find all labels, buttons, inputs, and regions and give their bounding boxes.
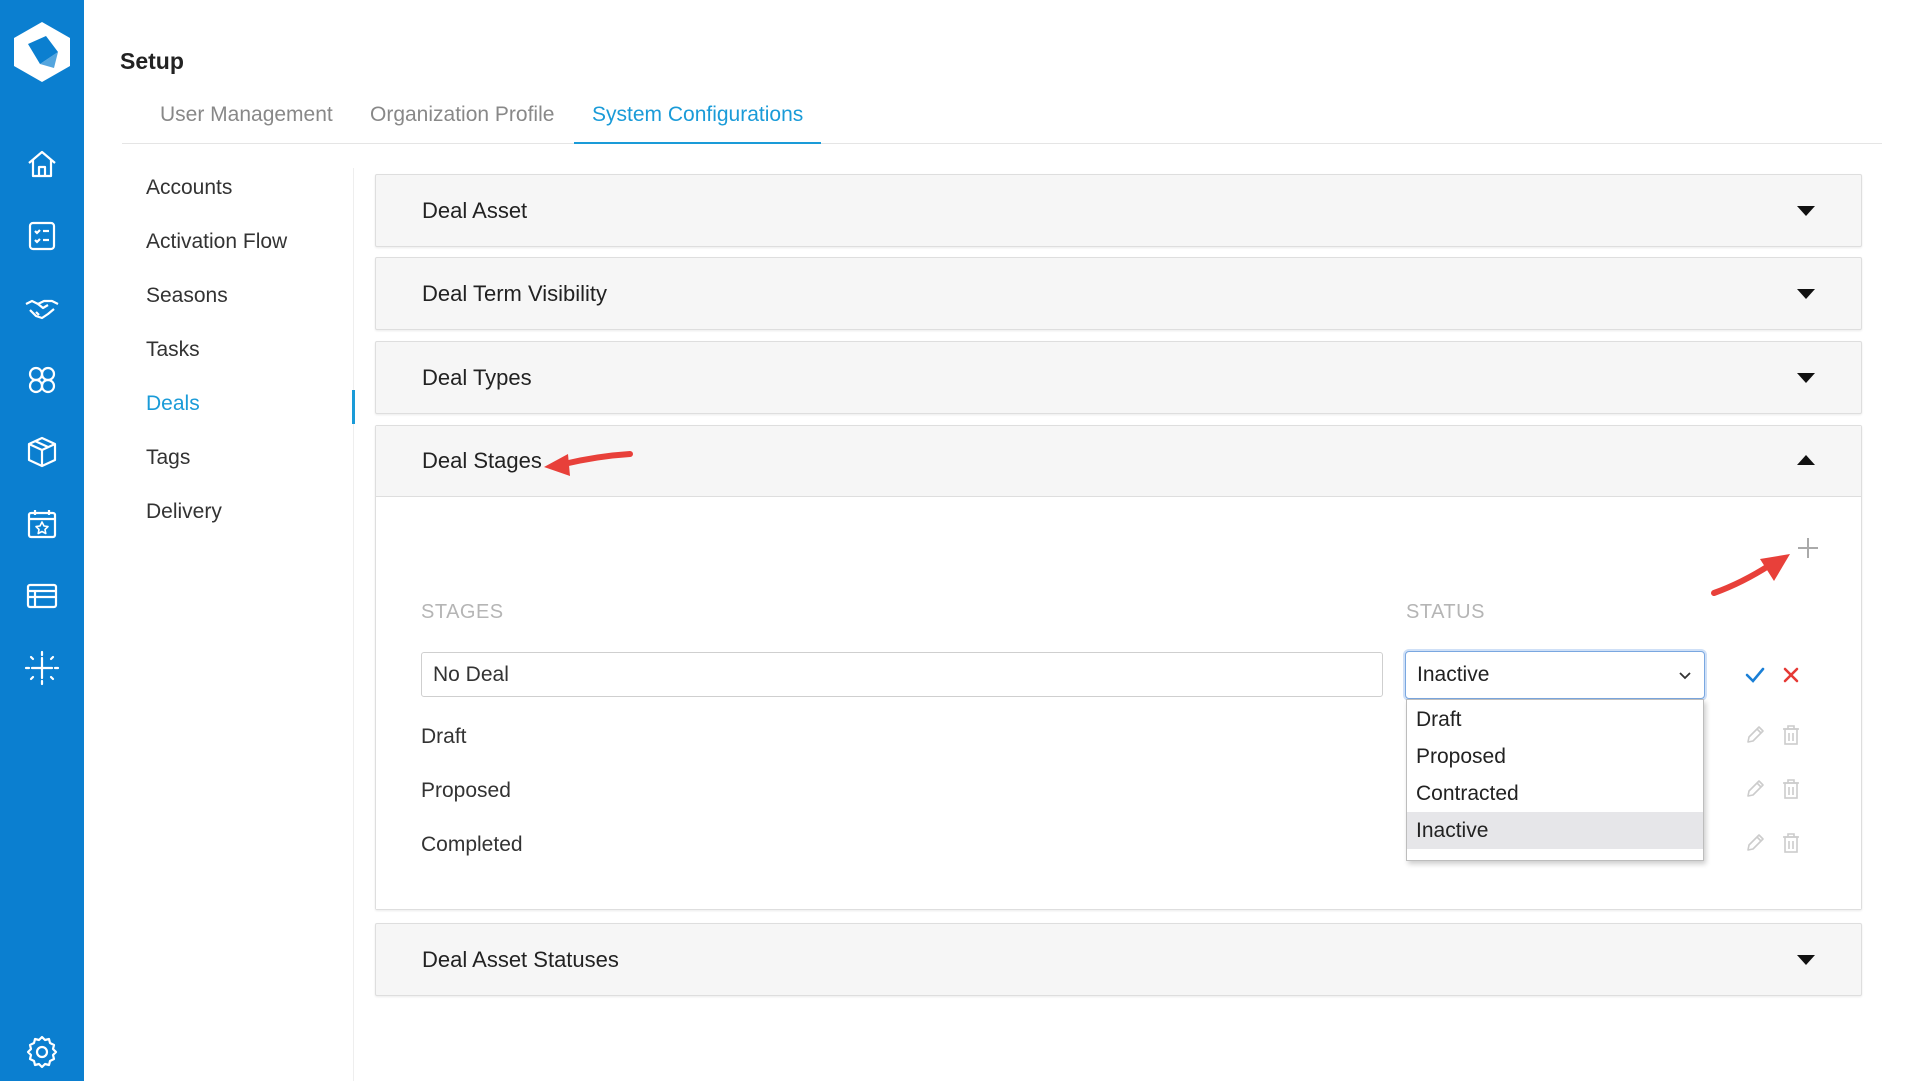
status-option-contracted[interactable]: Contracted <box>1407 775 1703 812</box>
close-icon[interactable] <box>1781 665 1801 685</box>
checklist-icon <box>28 221 56 251</box>
panel-title: Deal Term Visibility <box>422 280 608 306</box>
nav-settings[interactable] <box>22 1032 62 1072</box>
panel-header-deal-stages[interactable]: Deal Stages <box>376 426 1861 497</box>
caret-up-icon <box>1797 455 1815 465</box>
panel-deal-stages: Deal Stages STAGES STATUS Inactive Draft… <box>375 425 1862 910</box>
nav-inventory[interactable] <box>22 432 62 472</box>
nav-calendar[interactable] <box>22 504 62 544</box>
panel-title: Deal Stages <box>422 448 542 473</box>
check-icon[interactable] <box>1744 664 1766 686</box>
sparkle-icon <box>24 650 60 686</box>
panel-title: Deal Asset <box>422 197 528 223</box>
nav-partners[interactable] <box>22 360 62 400</box>
trash-icon[interactable] <box>1781 832 1801 854</box>
column-header-status: STATUS <box>1406 601 1485 623</box>
side-item-tasks[interactable]: Tasks <box>146 338 200 362</box>
left-rail <box>0 0 84 1081</box>
side-active-indicator <box>352 390 355 424</box>
chevron-down-icon <box>1679 672 1691 680</box>
status-dropdown-list: Draft Proposed Contracted Inactive <box>1406 699 1704 861</box>
panel-title: Deal Types <box>422 364 532 390</box>
stage-name-input[interactable] <box>421 652 1383 697</box>
panel-deal-term-visibility: Deal Term Visibility <box>375 257 1862 330</box>
tab-bar: User Management Organization Profile Sys… <box>122 94 1882 144</box>
pencil-icon[interactable] <box>1744 778 1766 800</box>
partners-icon <box>28 366 56 394</box>
panel-header-deal-asset[interactable]: Deal Asset <box>376 175 1861 246</box>
home-icon <box>28 150 56 178</box>
status-option-draft[interactable]: Draft <box>1407 701 1703 738</box>
caret-down-icon <box>1797 955 1815 965</box>
side-item-seasons[interactable]: Seasons <box>146 284 228 308</box>
side-item-deals[interactable]: Deals <box>146 392 200 416</box>
deal-stages-body: STAGES STATUS Inactive Draft Proposed Co… <box>376 497 1861 909</box>
plus-icon[interactable] <box>1795 535 1821 561</box>
side-item-activation-flow[interactable]: Activation Flow <box>146 230 287 254</box>
side-item-tags[interactable]: Tags <box>146 446 190 470</box>
status-select[interactable]: Inactive <box>1405 651 1705 699</box>
nav-tasks[interactable] <box>22 216 62 256</box>
nav-reports[interactable] <box>22 576 62 616</box>
caret-down-icon <box>1797 289 1815 299</box>
side-item-delivery[interactable]: Delivery <box>146 500 222 524</box>
nav-deals[interactable] <box>22 288 62 328</box>
tab-user-management[interactable]: User Management <box>142 102 351 144</box>
logo-icon[interactable] <box>8 18 76 86</box>
pencil-icon[interactable] <box>1744 832 1766 854</box>
status-option-inactive[interactable]: Inactive <box>1407 812 1703 849</box>
nav-home[interactable] <box>22 144 62 184</box>
page-title: Setup <box>120 48 184 74</box>
side-item-accounts[interactable]: Accounts <box>146 176 232 200</box>
handshake-icon <box>25 299 59 320</box>
config-side-menu: Accounts Activation Flow Seasons Tasks D… <box>122 168 355 1081</box>
column-header-stages: STAGES <box>421 601 504 623</box>
stage-row-label: Proposed <box>421 779 511 802</box>
panel-deal-asset-statuses: Deal Asset Statuses <box>375 923 1862 996</box>
status-select-value: Inactive <box>1417 663 1490 686</box>
panel-deal-types: Deal Types <box>375 341 1862 414</box>
panel-header-deal-asset-statuses[interactable]: Deal Asset Statuses <box>376 924 1861 995</box>
trash-icon[interactable] <box>1781 778 1801 800</box>
box-icon <box>27 436 57 468</box>
status-option-proposed[interactable]: Proposed <box>1407 738 1703 775</box>
table-icon <box>26 583 58 609</box>
panel-header-deal-term-visibility[interactable]: Deal Term Visibility <box>376 258 1861 329</box>
nav-integrations[interactable] <box>22 648 62 688</box>
settings-icon <box>26 1035 58 1069</box>
calendar-icon <box>27 510 57 539</box>
caret-down-icon <box>1797 373 1815 383</box>
pencil-icon[interactable] <box>1744 724 1766 746</box>
panel-header-deal-types[interactable]: Deal Types <box>376 342 1861 413</box>
panel-deal-asset: Deal Asset <box>375 174 1862 247</box>
stage-row-label: Draft <box>421 725 467 748</box>
tab-organization-profile[interactable]: Organization Profile <box>352 102 572 144</box>
tab-system-configurations[interactable]: System Configurations <box>574 102 822 144</box>
trash-icon[interactable] <box>1781 724 1801 746</box>
caret-down-icon <box>1797 206 1815 216</box>
panel-title: Deal Asset Statuses <box>422 946 619 972</box>
stage-row-label: Completed <box>421 833 523 856</box>
